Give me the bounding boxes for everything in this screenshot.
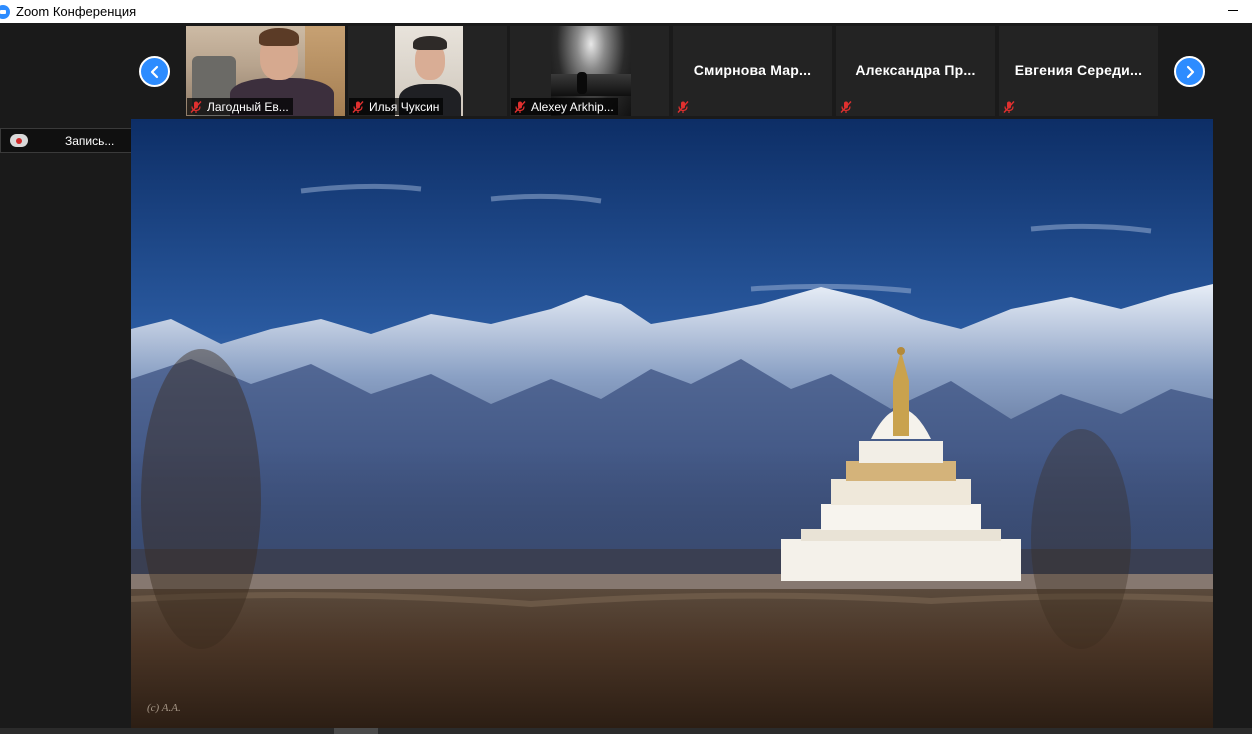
cloud-recording-icon <box>10 134 28 147</box>
previous-page-button[interactable] <box>139 56 170 87</box>
participant-name-tag <box>837 98 861 115</box>
minimize-button[interactable] <box>1228 10 1238 11</box>
participant-name: Александра Пр... <box>855 62 976 78</box>
participant-name: Alexey Arkhip... <box>531 99 614 114</box>
participant-strip: Лагодный Ев... Илья Чуксин Alexey Arkhip… <box>0 23 1252 119</box>
watermark-text: (c) A.A. <box>147 702 181 714</box>
muted-microphone-icon <box>190 100 202 113</box>
shared-image-stupa-mountains: (c) A.A. <box>131 119 1213 728</box>
participant-tile[interactable]: Alexey Arkhip... <box>510 26 669 116</box>
participant-tile[interactable]: Лагодный Ев... <box>186 26 345 116</box>
bottom-scroll-bar <box>0 728 1252 734</box>
participant-name-tag: Илья Чуксин <box>349 98 444 115</box>
participant-name-tag: Alexey Arkhip... <box>511 98 618 115</box>
participant-tile[interactable]: Александра Пр... <box>836 26 995 116</box>
muted-microphone-icon <box>840 100 852 113</box>
participant-name-tag <box>674 98 698 115</box>
participant-name-tag: Лагодный Ев... <box>187 98 293 115</box>
chevron-right-icon <box>1186 65 1194 78</box>
participant-name: Смирнова Мар... <box>693 62 812 78</box>
chevron-left-icon <box>150 65 158 78</box>
participant-name: Лагодный Ев... <box>207 99 289 114</box>
muted-microphone-icon <box>677 100 689 113</box>
shared-screen: (c) A.A. <box>131 119 1213 728</box>
participant-tile[interactable]: Смирнова Мар... <box>673 26 832 116</box>
participant-tile[interactable]: Евгения Середи... <box>999 26 1158 116</box>
recording-label: Запись... <box>65 133 115 148</box>
participant-name: Евгения Середи... <box>1014 62 1143 78</box>
window-title: Zoom Конференция <box>16 4 137 19</box>
muted-microphone-icon <box>1003 100 1015 113</box>
participant-tile[interactable]: Илья Чуксин <box>348 26 507 116</box>
muted-microphone-icon <box>352 100 364 113</box>
title-bar: Zoom Конференция <box>0 0 1252 23</box>
participant-name: Илья Чуксин <box>369 99 440 114</box>
zoom-logo-icon <box>0 4 10 19</box>
meeting-area: Лагодный Ев... Илья Чуксин Alexey Arkhip… <box>0 23 1252 734</box>
muted-microphone-icon <box>514 100 526 113</box>
participant-name-tag <box>1000 98 1024 115</box>
next-page-button[interactable] <box>1174 56 1205 87</box>
